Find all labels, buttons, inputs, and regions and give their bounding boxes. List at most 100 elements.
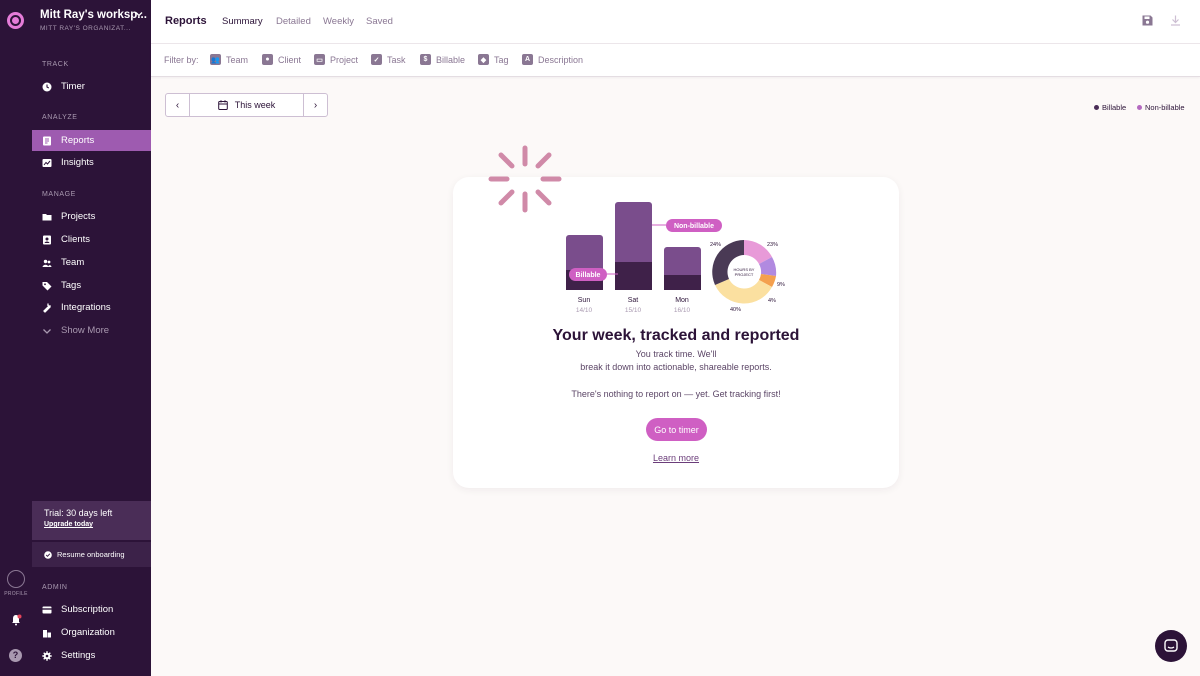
resume-onboarding-button[interactable]: Resume onboarding [32,542,151,567]
clock-icon [42,82,52,91]
dollar-icon: $ [420,54,431,65]
plug-icon [43,303,51,313]
empty-state-title: Your week, tracked and reported [552,327,800,344]
filter-project-label: Project [330,54,359,65]
gear-icon [42,650,52,661]
filter-tag[interactable]: ◆ Tag [478,54,509,65]
tab-saved[interactable]: Saved [366,16,393,27]
sidebar-item-show-more[interactable]: Show More [32,320,151,341]
folder-icon: ▭ [314,54,325,65]
date-range-picker: ‹ This week › [165,93,328,117]
chat-support-button[interactable] [1155,630,1187,662]
client-icon [43,235,51,244]
sidebar-item-integrations[interactable]: Integrations [32,297,151,318]
sidebar-item-subscription[interactable]: Subscription [32,599,151,620]
profile-avatar-icon[interactable] [7,570,25,588]
sidebar-item-label: Settings [61,650,96,661]
building-icon [43,629,51,637]
workspace-name[interactable]: Mitt Ray's worksp... [40,9,147,21]
donut-pct-label: 23% [767,242,778,248]
trial-banner: Trial: 30 days left Upgrade today [32,501,151,540]
notification-bell-icon[interactable] [10,614,22,626]
filter-billable-label: Billable [436,54,466,65]
sidebar-item-label: Tags [61,280,82,291]
filter-client-label: Client [278,54,302,65]
filter-description[interactable]: A Description [522,54,583,65]
sidebar-item-insights[interactable]: Insights [32,152,151,173]
team-icon [42,259,52,267]
calendar-icon [217,100,228,110]
client-icon: ● [262,54,273,65]
legend-non-billable-label: Non-billable [1145,103,1185,112]
legend-billable-label: Billable [1102,103,1127,112]
sidebar-item-team[interactable]: Team [32,252,151,273]
legend-billable: Billable [1094,103,1126,112]
go-to-timer-button[interactable]: Go to timer [646,418,707,441]
credit-card-icon [42,606,52,613]
filter-project[interactable]: ▭ Project [314,54,358,65]
reports-illustration: Non-billable Billable Sun 14/10 Sat 15/1… [566,202,785,314]
date-label: 15/10 [625,307,642,314]
upgrade-link[interactable]: Upgrade today [44,521,139,528]
report-icon [43,136,51,145]
sidebar-item-tags[interactable]: Tags [32,275,151,296]
sidebar-item-label: Insights [61,157,94,168]
tab-summary[interactable]: Summary [222,16,263,27]
tag-billable-label: Billable [576,272,601,279]
legend-dot [1094,105,1099,110]
date-label: 14/10 [576,307,593,314]
text-icon: A [522,54,533,65]
folder-icon [42,213,52,220]
team-icon: 👥 [210,54,221,65]
empty-state-line-1: You track time. We'll [635,349,717,359]
help-icon[interactable]: ? [9,649,22,662]
sidebar-item-label: Projects [61,211,96,222]
filter-task[interactable]: ✓ Task [371,54,406,65]
filter-label: Filter by: [164,55,199,65]
insights-icon [42,158,52,167]
bar-mon-billable [664,275,701,290]
filter-client[interactable]: ● Client [262,54,301,65]
date-range-button[interactable]: This week [190,94,303,116]
tab-weekly[interactable]: Weekly [323,16,354,27]
chevron-down-icon[interactable] [135,10,143,18]
empty-state-line-2: break it down into actionable, shareable… [580,362,772,372]
sidebar-item-timer[interactable]: Timer [32,76,151,97]
sidebar-item-reports[interactable]: Reports [32,130,151,151]
save-icon[interactable] [1142,15,1153,26]
sidebar-item-label: Clients [61,234,91,245]
profile-label: PROFILE [4,591,28,597]
sidebar-item-settings[interactable]: Settings [32,645,151,666]
previous-week-button[interactable]: ‹ [166,94,190,116]
legend-dot [1137,105,1142,110]
day-label: Sat [628,297,639,304]
sidebar-item-projects[interactable]: Projects [32,206,151,227]
tab-detailed[interactable]: Detailed [276,16,311,27]
chat-icon [1164,639,1178,652]
date-label: 16/10 [674,307,691,314]
page-header: Reports Summary Detailed Weekly Saved [151,0,1200,44]
app-logo-icon[interactable] [7,12,24,29]
tag-icon [42,281,52,290]
resume-onboarding-label: Resume onboarding [57,550,125,559]
donut-pct-label: 24% [710,242,721,248]
learn-more-link[interactable]: Learn more [453,453,899,463]
next-week-button[interactable]: › [303,94,327,116]
sidebar-item-label: Organization [61,627,115,638]
section-label-analyze: ANALYZE [42,114,78,121]
sidebar-item-organization[interactable]: Organization [32,622,151,643]
trial-text: Trial: 30 days left [44,508,113,518]
filter-team-label: Team [226,54,249,65]
sidebar-item-label: Subscription [61,604,114,615]
sidebar-item-label: Integrations [61,302,111,313]
filter-description-label: Description [538,54,584,65]
section-label-admin: ADMIN [42,584,68,591]
page-title: Reports [165,15,207,27]
sidebar-item-clients[interactable]: Clients [32,229,151,250]
chevron-down-icon [43,328,51,334]
filter-billable[interactable]: $ Billable [420,54,465,65]
sidebar-item-label: Team [61,257,85,268]
filter-team[interactable]: 👥 Team [210,54,248,65]
download-icon[interactable] [1170,15,1181,26]
day-label: Mon [675,297,689,304]
